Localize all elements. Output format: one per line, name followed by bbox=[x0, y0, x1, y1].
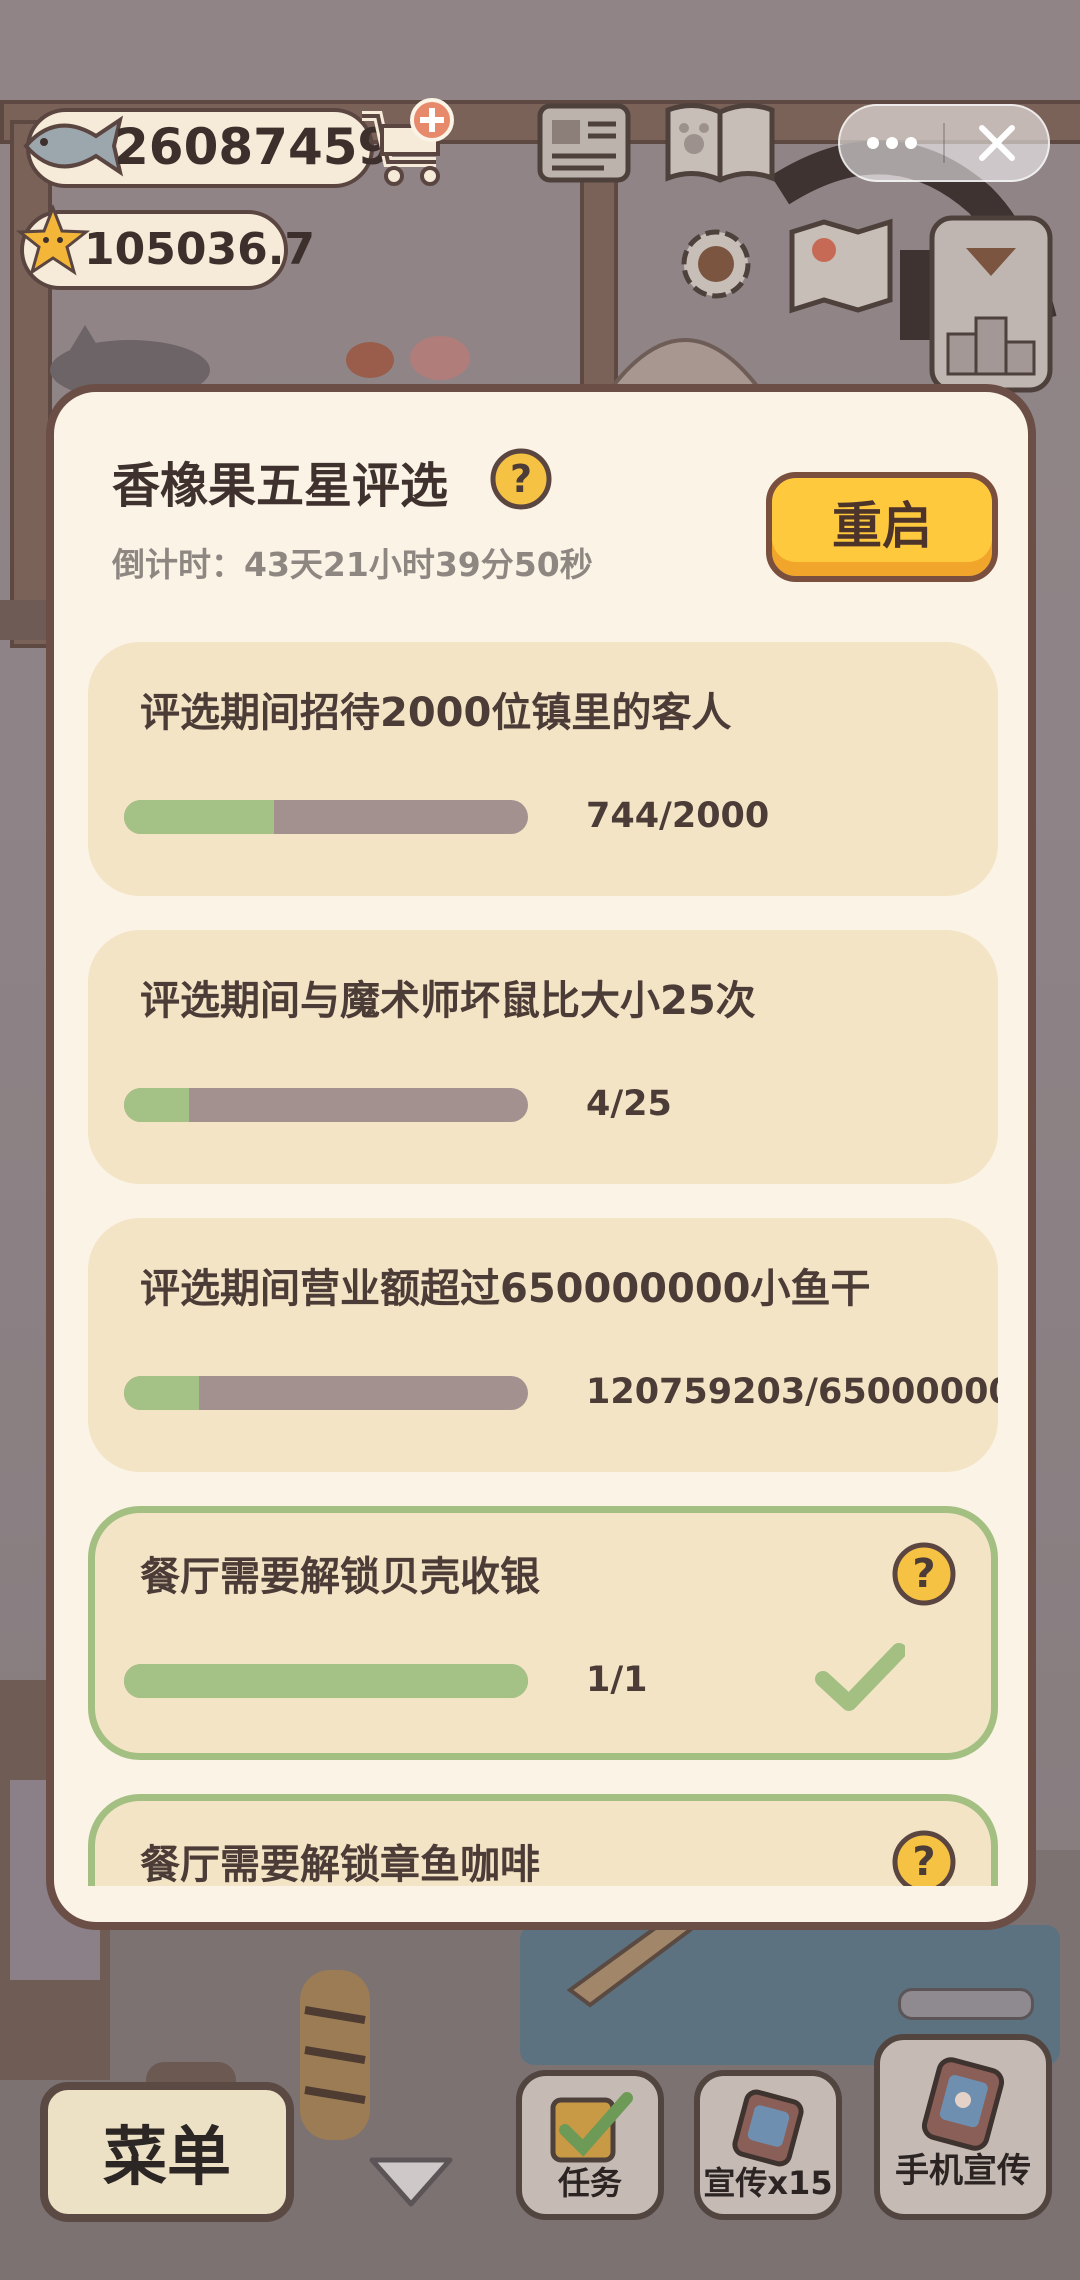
tasks-label: 任务 bbox=[557, 2164, 622, 2202]
svg-text:?: ? bbox=[912, 1551, 935, 1597]
more-dots-icon bbox=[866, 137, 917, 149]
restart-button[interactable]: 重启 bbox=[766, 472, 998, 582]
svg-text:?: ? bbox=[912, 1839, 935, 1885]
scroll-handle[interactable] bbox=[898, 1988, 1034, 2020]
task-card: 评选期间营业额超过650000000小鱼干 120759203/65000000… bbox=[88, 1218, 998, 1472]
chevron-down-icon[interactable] bbox=[366, 2150, 456, 2210]
fish-amount: 26087459 bbox=[114, 118, 393, 176]
task-description: 评选期间营业额超过650000000小鱼干 bbox=[140, 1266, 871, 1312]
close-button[interactable] bbox=[945, 106, 1048, 180]
star-icon bbox=[16, 204, 90, 276]
promote-button[interactable]: 宣传x15 bbox=[694, 2070, 842, 2220]
task-progress-bar bbox=[124, 1376, 528, 1410]
task-description: 评选期间与魔术师坏鼠比大小25次 bbox=[140, 978, 756, 1024]
task-description: 评选期间招待2000位镇里的客人 bbox=[140, 690, 732, 736]
task-card-completed: 餐厅需要解锁章鱼咖啡 ? bbox=[88, 1794, 998, 1886]
map-icon[interactable] bbox=[786, 214, 896, 314]
phone-promote-label: 手机宣传 bbox=[895, 2151, 1031, 2191]
dialog-title: 香橡果五星评选 bbox=[112, 458, 449, 514]
task-description: 餐厅需要解锁贝壳收银 bbox=[140, 1554, 540, 1600]
newspaper-icon[interactable] bbox=[534, 98, 634, 188]
help-question-icon[interactable]: ? bbox=[891, 1829, 957, 1886]
settings-gear-icon[interactable] bbox=[670, 218, 762, 310]
task-progress-fill bbox=[124, 1376, 200, 1410]
task-list[interactable]: 评选期间招待2000位镇里的客人 744/2000 评选期间与魔术师坏鼠比大小2… bbox=[88, 642, 998, 1886]
task-progress-text: 4/25 bbox=[586, 1084, 672, 1124]
phone-promo-icon bbox=[921, 2057, 1005, 2151]
tasks-button[interactable]: 任务 bbox=[516, 2070, 664, 2220]
tiger-character bbox=[300, 1970, 370, 2140]
task-progress-fill bbox=[124, 800, 275, 834]
task-progress-bar bbox=[124, 1088, 528, 1122]
more-options-button[interactable] bbox=[840, 106, 943, 180]
task-progress-fill bbox=[124, 1088, 189, 1122]
promote-label: 宣传x15 bbox=[703, 2164, 833, 2202]
task-progress-bar bbox=[124, 1664, 528, 1698]
five-star-review-dialog: 香橡果五星评选 ? 倒计时：43天21小时39分50秒 重启 评选期间招待200… bbox=[46, 384, 1036, 1930]
shop-cart-add-icon[interactable] bbox=[356, 96, 456, 192]
ranking-icon[interactable] bbox=[928, 214, 1054, 394]
fish-currency-counter: 26087459 bbox=[23, 108, 392, 188]
task-card: 评选期间招待2000位镇里的客人 744/2000 bbox=[88, 642, 998, 896]
star-amount: 105036.7 bbox=[84, 224, 316, 275]
star-currency-counter: 105036.7 bbox=[16, 204, 315, 290]
help-question-icon[interactable]: ? bbox=[490, 448, 552, 510]
fish-icon bbox=[23, 115, 124, 177]
menu-button[interactable]: 菜单 bbox=[40, 2082, 294, 2222]
help-question-icon[interactable]: ? bbox=[891, 1541, 957, 1607]
task-card: 评选期间与魔术师坏鼠比大小25次 4/25 bbox=[88, 930, 998, 1184]
close-icon bbox=[978, 125, 1015, 161]
checkmark-icon bbox=[815, 1643, 905, 1711]
task-progress-bar bbox=[124, 800, 528, 834]
promo-card-icon bbox=[732, 2089, 804, 2167]
svg-text:?: ? bbox=[510, 457, 532, 501]
task-progress-text: 744/2000 bbox=[586, 796, 770, 836]
mini-program-capsule bbox=[838, 104, 1050, 182]
task-progress-text: 120759203/650000000 bbox=[586, 1372, 998, 1412]
countdown-timer: 倒计时：43天21小时39分50秒 bbox=[112, 545, 593, 584]
paw-book-icon[interactable] bbox=[660, 96, 780, 192]
task-progress-fill bbox=[124, 1664, 528, 1698]
phone-promote-button[interactable]: 手机宣传 bbox=[874, 2034, 1052, 2220]
task-description: 餐厅需要解锁章鱼咖啡 bbox=[140, 1842, 540, 1886]
task-card-completed: 餐厅需要解锁贝壳收银 ? 1/1 bbox=[88, 1506, 998, 1760]
task-progress-text: 1/1 bbox=[586, 1660, 648, 1700]
crab-decoration bbox=[346, 336, 470, 380]
